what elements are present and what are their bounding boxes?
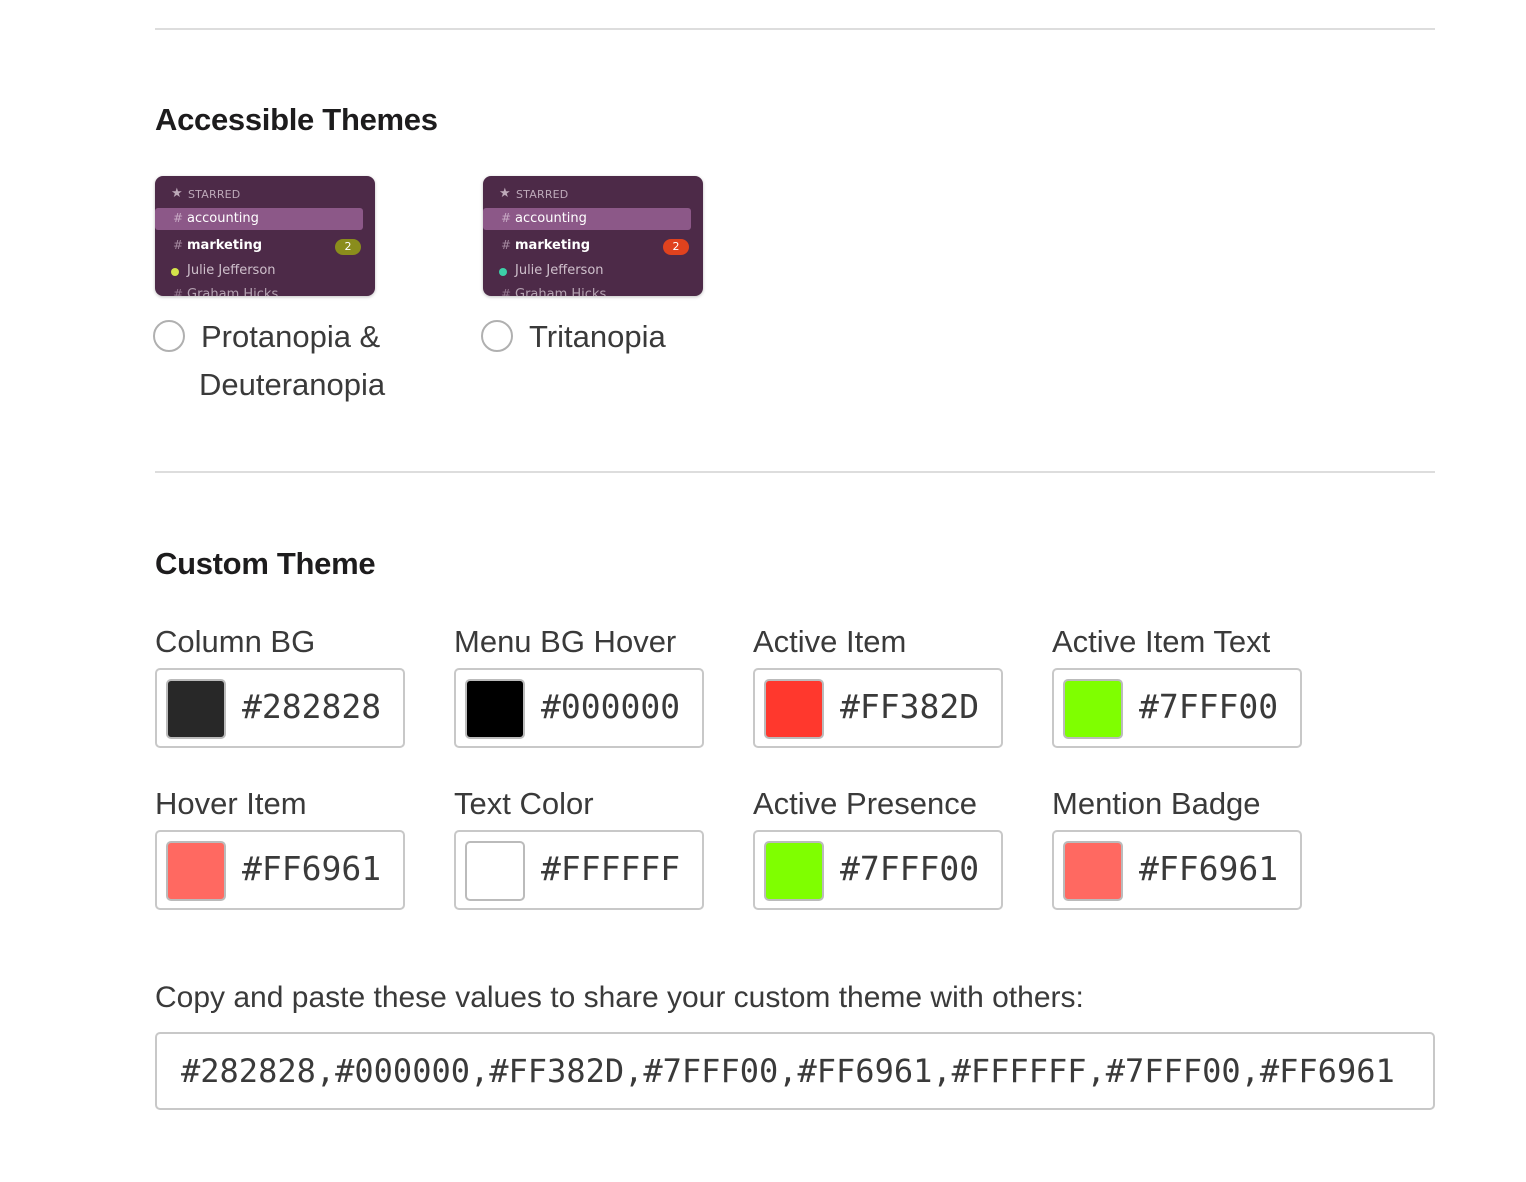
active-item-text-label: Active Item Text <box>1052 624 1271 659</box>
protanopia-radio[interactable] <box>153 320 185 352</box>
preview-active-channel: # accounting <box>155 208 363 230</box>
hover-item-swatch[interactable] <box>166 841 226 901</box>
share-theme-input[interactable]: #282828,#000000,#FF382D,#7FFF00,#FF6961,… <box>155 1032 1435 1110</box>
hash-icon: # <box>173 238 184 252</box>
preview-starred-header: ★ STARRED <box>171 186 241 201</box>
mention-badge: 2 <box>335 239 361 255</box>
active-presence-label: Active Presence <box>753 786 977 821</box>
text-color-swatch[interactable] <box>465 841 525 901</box>
column-bg-value[interactable]: #282828 <box>242 687 381 726</box>
preview-starred-header: ★ STARRED <box>499 186 569 201</box>
hash-icon: # <box>501 238 512 252</box>
text-color-value[interactable]: #FFFFFF <box>541 849 680 888</box>
hash-icon: # <box>501 287 512 296</box>
tritanopia-label: Tritanopia <box>529 319 666 354</box>
hash-icon: # <box>501 211 512 225</box>
menu-bg-hover-field[interactable]: #000000 <box>454 668 704 748</box>
hover-item-field[interactable]: #FF6961 <box>155 830 405 910</box>
active-item-field[interactable]: #FF382D <box>753 668 1003 748</box>
theme-settings-page: Accessible Themes ★ STARRED # accounting… <box>0 0 1526 1182</box>
protanopia-label-line2: Deuteranopia <box>199 367 386 402</box>
preview-unread-channel: # marketing 2 <box>483 235 703 257</box>
mention-badge-label: Mention Badge <box>1052 786 1261 821</box>
mention-badge-swatch[interactable] <box>1063 841 1123 901</box>
column-bg-swatch[interactable] <box>166 679 226 739</box>
hash-icon: # <box>173 211 184 225</box>
menu-bg-hover-swatch[interactable] <box>465 679 525 739</box>
presence-dot-icon <box>499 268 507 276</box>
active-item-label: Active Item <box>753 624 907 659</box>
active-presence-field[interactable]: #7FFF00 <box>753 830 1003 910</box>
protanopia-label-line1: Protanopia & <box>201 319 381 354</box>
presence-dot-icon <box>171 268 179 276</box>
protanopia-theme-preview[interactable]: ★ STARRED # accounting # marketing 2 Jul… <box>155 176 375 296</box>
active-item-value[interactable]: #FF382D <box>840 687 979 726</box>
top-divider <box>155 28 1435 30</box>
active-item-text-swatch[interactable] <box>1063 679 1123 739</box>
hash-icon: # <box>173 287 184 296</box>
active-item-text-field[interactable]: #7FFF00 <box>1052 668 1302 748</box>
mention-badge-field[interactable]: #FF6961 <box>1052 830 1302 910</box>
star-icon: ★ <box>499 186 511 201</box>
preview-user: Julie Jefferson <box>483 260 703 282</box>
hover-item-label: Hover Item <box>155 786 307 821</box>
accessible-themes-title: Accessible Themes <box>155 102 438 137</box>
section-divider <box>155 471 1435 473</box>
tritanopia-theme-preview[interactable]: ★ STARRED # accounting # marketing 2 Jul… <box>483 176 703 296</box>
column-bg-field[interactable]: #282828 <box>155 668 405 748</box>
text-color-label: Text Color <box>454 786 594 821</box>
preview-cut-item: # Graham Hicks <box>483 284 703 296</box>
preview-unread-channel: # marketing 2 <box>155 235 375 257</box>
star-icon: ★ <box>171 186 183 201</box>
text-color-field[interactable]: #FFFFFF <box>454 830 704 910</box>
custom-theme-title: Custom Theme <box>155 546 376 581</box>
tritanopia-radio[interactable] <box>481 320 513 352</box>
mention-badge: 2 <box>663 239 689 255</box>
preview-cut-item: # Graham Hicks <box>155 284 375 296</box>
hover-item-value[interactable]: #FF6961 <box>242 849 381 888</box>
preview-active-channel: # accounting <box>483 208 691 230</box>
active-presence-swatch[interactable] <box>764 841 824 901</box>
active-item-swatch[interactable] <box>764 679 824 739</box>
column-bg-label: Column BG <box>155 624 316 659</box>
share-theme-label: Copy and paste these values to share you… <box>155 981 1084 1014</box>
active-item-text-value[interactable]: #7FFF00 <box>1139 687 1278 726</box>
menu-bg-hover-value[interactable]: #000000 <box>541 687 680 726</box>
menu-bg-hover-label: Menu BG Hover <box>454 624 677 659</box>
active-presence-value[interactable]: #7FFF00 <box>840 849 979 888</box>
mention-badge-value[interactable]: #FF6961 <box>1139 849 1278 888</box>
preview-user: Julie Jefferson <box>155 260 375 282</box>
